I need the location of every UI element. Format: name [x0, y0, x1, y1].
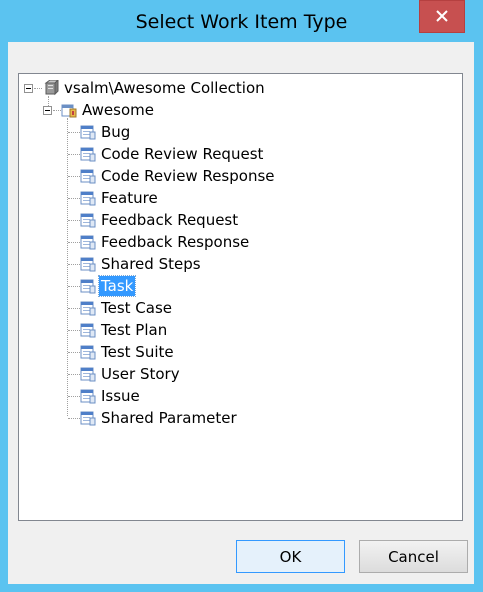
tree-connector [68, 374, 80, 375]
tree-connector [68, 176, 80, 177]
tree-connector [53, 110, 61, 111]
work-item-type-icon [80, 322, 96, 338]
collapse-toggle-root[interactable] [24, 84, 33, 93]
tree-node-root[interactable]: vsalm\Awesome Collection [43, 78, 267, 98]
window-frame-left [0, 0, 8, 592]
tree-connector [68, 220, 80, 221]
title-bar[interactable]: Select Work Item Type [0, 0, 483, 42]
tree-node-work-item-type[interactable]: Code Review Response [80, 166, 277, 186]
tree-node-work-item-type[interactable]: User Story [80, 364, 182, 384]
work-item-type-icon [80, 124, 96, 140]
work-item-type-icon [80, 366, 96, 382]
work-item-type-icon [80, 410, 96, 426]
tree-connector [68, 242, 80, 243]
tree-node-label: Bug [101, 123, 131, 141]
work-item-type-icon [80, 190, 96, 206]
tree-node-work-item-type[interactable]: Code Review Request [80, 144, 265, 164]
work-item-type-icon [80, 278, 96, 294]
tree-node-work-item-type[interactable]: Task [80, 275, 137, 297]
tree-connector [68, 418, 80, 419]
server-collection-icon [43, 78, 60, 96]
tree-node-work-item-type[interactable]: Feature [80, 188, 160, 208]
tree-connector [34, 88, 42, 89]
tree-node-label: Shared Steps [101, 255, 201, 273]
window-frame-bottom [0, 584, 483, 592]
collapse-toggle-project[interactable] [43, 106, 52, 115]
close-button[interactable] [419, 0, 465, 33]
tree-node-label: Feedback Request [101, 211, 239, 229]
tree-node-work-item-type[interactable]: Feedback Request [80, 210, 240, 230]
tree-node-work-item-type[interactable]: Bug [80, 122, 132, 142]
tree-connector [68, 154, 80, 155]
ok-button[interactable]: OK [236, 540, 345, 573]
work-item-type-icon [80, 146, 96, 162]
tree-node-label: Awesome [82, 101, 154, 119]
tree-node-label: Feedback Response [101, 233, 250, 251]
work-item-type-icon [80, 212, 96, 228]
tree-node-work-item-type[interactable]: Issue [80, 386, 142, 406]
work-item-type-icon [80, 388, 96, 404]
tree-connector [68, 330, 80, 331]
tree-node-work-item-type[interactable]: Shared Steps [80, 254, 203, 274]
dialog-window: Select Work Item Type vsalm\Awesome Coll… [0, 0, 483, 592]
work-item-type-icon [80, 256, 96, 272]
close-icon [436, 7, 448, 26]
tree-node-label: Test Case [101, 299, 173, 317]
window-frame-right [474, 0, 483, 592]
team-project-icon [61, 102, 77, 118]
tree-node-label: Issue [101, 387, 140, 405]
tree-connector [68, 352, 80, 353]
tree-node-work-item-type[interactable]: Feedback Response [80, 232, 251, 252]
work-item-type-icon [80, 344, 96, 360]
tree-node-label: Task [97, 275, 137, 297]
tree-connector [68, 396, 80, 397]
tree-node-label: Code Review Request [101, 145, 264, 163]
tree-node-label: vsalm\Awesome Collection [64, 79, 265, 97]
work-item-type-icon [80, 168, 96, 184]
tree-node-work-item-type[interactable]: Shared Parameter [80, 408, 239, 428]
tree-connector [68, 198, 80, 199]
cancel-button[interactable]: Cancel [359, 540, 468, 573]
tree-node-work-item-type[interactable]: Test Case [80, 298, 174, 318]
work-item-type-icon [80, 234, 96, 250]
tree-node-label: Test Plan [101, 321, 168, 339]
tree-node-label: Feature [101, 189, 158, 207]
work-item-type-icon [80, 300, 96, 316]
tree-node-project[interactable]: Awesome [61, 100, 156, 120]
tree-node-label: Test Suite [101, 343, 174, 361]
tree-node-label: User Story [101, 365, 180, 383]
tree-node-label: Shared Parameter [101, 409, 237, 427]
tree-connector [68, 132, 80, 133]
tree-connector [67, 118, 68, 416]
tree-connector [68, 264, 80, 265]
tree-connector [68, 308, 80, 309]
window-title: Select Work Item Type [135, 11, 348, 33]
dialog-client-area: vsalm\Awesome Collection Awesome Bug Code… [8, 42, 474, 584]
work-item-type-tree[interactable]: vsalm\Awesome Collection Awesome Bug Code… [18, 73, 463, 521]
tree-node-label: Code Review Response [101, 167, 275, 185]
tree-connector [68, 286, 80, 287]
tree-node-work-item-type[interactable]: Test Plan [80, 320, 169, 340]
tree-node-work-item-type[interactable]: Test Suite [80, 342, 176, 362]
